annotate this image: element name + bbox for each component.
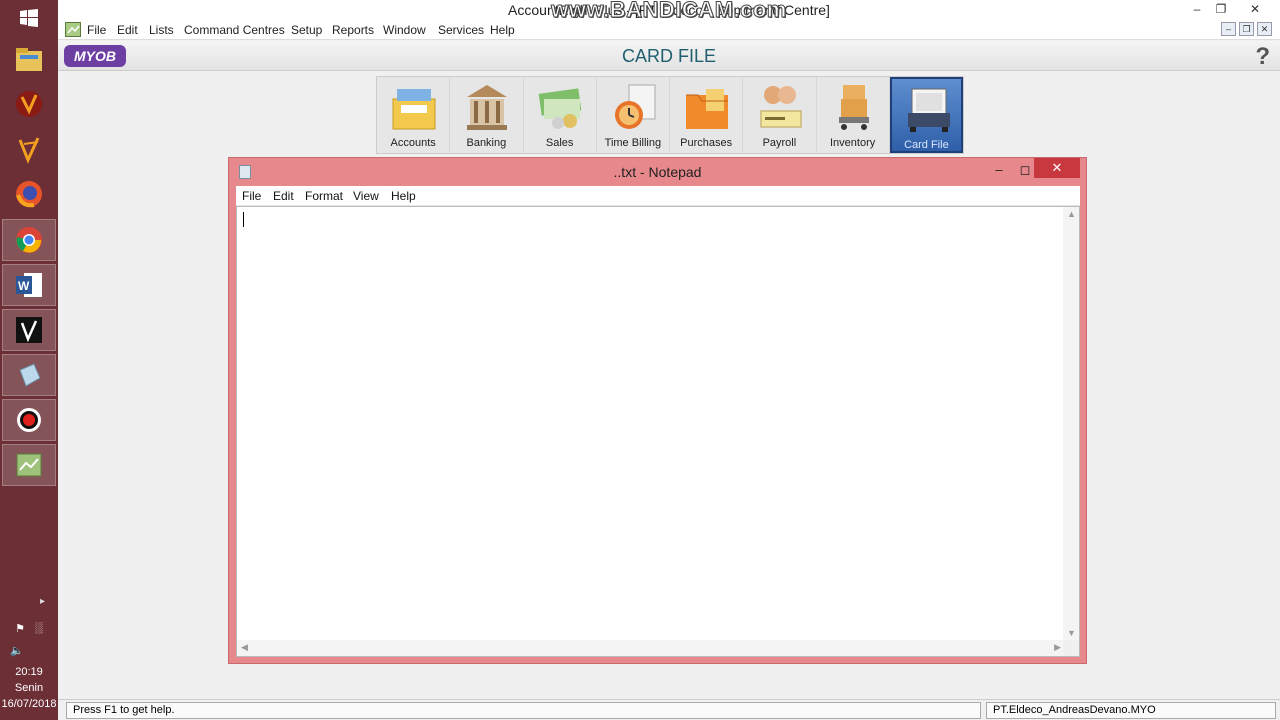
notepad-taskbar-icon[interactable] <box>2 354 56 396</box>
inventory-icon <box>838 85 869 130</box>
menu-setup[interactable]: Setup <box>291 23 322 37</box>
clock-date[interactable]: 16/07/2018 <box>0 698 58 710</box>
text-caret <box>243 212 244 227</box>
notepad-menu-format[interactable]: Format <box>305 189 343 203</box>
sales-icon <box>538 88 581 129</box>
menu-file[interactable]: File <box>87 23 106 37</box>
mdi-restore-button[interactable]: ❐ <box>1239 22 1254 36</box>
word-icon[interactable]: W <box>2 264 56 306</box>
notepad-menu-help[interactable]: Help <box>391 189 416 203</box>
banking-icon <box>467 85 508 130</box>
volume-icon[interactable]: 🔈 <box>10 644 24 657</box>
mdi-close-button[interactable]: ✕ <box>1257 22 1272 36</box>
flag-icon[interactable]: ⚑ <box>15 622 25 635</box>
module-accounts[interactable]: Accounts <box>377 77 451 153</box>
menu-services[interactable]: Services <box>438 23 484 37</box>
clock-time[interactable]: 20:19 <box>0 666 58 678</box>
scroll-down-icon[interactable]: ▼ <box>1067 628 1076 638</box>
svg-text:W: W <box>18 279 30 293</box>
module-payroll[interactable]: Payroll <box>743 77 817 153</box>
firefox-icon[interactable] <box>2 173 56 215</box>
scroll-up-icon[interactable]: ▲ <box>1067 209 1076 219</box>
purchases-icon <box>686 89 728 129</box>
close-button[interactable]: ✕ <box>1244 1 1266 17</box>
status-bar: Press F1 to get help. PT.Eldeco_AndreasD… <box>58 699 1280 720</box>
status-help-text: Press F1 to get help. <box>66 702 981 719</box>
notepad-close-button[interactable]: ✕ <box>1034 158 1080 178</box>
notepad-menu-view[interactable]: View <box>353 189 379 203</box>
module-toolbar: Accounts Banking Sales Time Billing Purc… <box>376 76 964 154</box>
vector-app-icon[interactable] <box>2 128 56 170</box>
menu-lists[interactable]: Lists <box>149 23 174 37</box>
taskbar: W ▸ ⚑ ░ 🔈 20:19 Senin 16/07/2018 <box>0 0 58 720</box>
scroll-right-icon[interactable]: ▶ <box>1054 642 1061 653</box>
restore-button[interactable]: ❐ <box>1210 1 1232 17</box>
horizontal-scrollbar[interactable]: ◀ ▶ <box>237 640 1065 656</box>
help-question-icon[interactable]: ? <box>1255 43 1270 71</box>
mmorpg-app-icon[interactable] <box>2 83 56 125</box>
command-centre-header: MYOB CARD FILE ? <box>58 41 1280 71</box>
menu-window[interactable]: Window <box>383 23 426 37</box>
notepad-text-area[interactable]: ▲ ▼ ◀ ▶ <box>236 206 1080 657</box>
mdi-minimize-button[interactable]: – <box>1221 22 1236 36</box>
menu-bar: File Edit Lists Command Centres Setup Re… <box>58 20 1280 40</box>
minimize-button[interactable]: – <box>1186 1 1208 17</box>
clock-day[interactable]: Senin <box>0 682 58 694</box>
notepad-menu-file[interactable]: File <box>242 189 261 203</box>
module-purchases[interactable]: Purchases <box>670 77 744 153</box>
card-file-icon <box>907 88 950 132</box>
network-signal-icon[interactable]: ░ <box>35 622 43 635</box>
menu-reports[interactable]: Reports <box>332 23 374 37</box>
resize-grip[interactable] <box>1063 640 1079 656</box>
status-company-file: PT.Eldeco_AndreasDevano.MYO <box>986 702 1276 719</box>
accounts-icon <box>392 89 436 130</box>
notepad-window: ..txt - Notepad – ◻ ✕ File Edit Format V… <box>228 157 1087 664</box>
notepad-minimize-button[interactable]: – <box>986 160 1012 180</box>
module-card-file[interactable]: Card File <box>889 77 964 153</box>
file-explorer-icon[interactable] <box>2 38 56 80</box>
show-hidden-icons-icon[interactable]: ▸ <box>40 596 45 607</box>
vector-dark-app-icon[interactable] <box>2 309 56 351</box>
system-tray: ▸ ⚑ ░ 🔈 20:19 Senin 16/07/2018 <box>0 596 58 720</box>
windows-start-icon[interactable] <box>0 0 58 36</box>
menu-help[interactable]: Help <box>490 23 515 37</box>
module-inventory[interactable]: Inventory <box>817 77 890 153</box>
notepad-menu-edit[interactable]: Edit <box>273 189 294 203</box>
module-banking[interactable]: Banking <box>450 77 524 153</box>
myob-taskbar-icon[interactable] <box>2 444 56 486</box>
window-titlebar: AccountRight Plus - [PT Eldeco - Command… <box>58 0 1280 23</box>
vertical-scrollbar[interactable]: ▲ ▼ <box>1063 207 1079 640</box>
notepad-title: ..txt - Notepad <box>613 164 702 180</box>
command-centre-title: CARD FILE <box>621 46 717 66</box>
module-time-billing[interactable]: Time Billing <box>597 77 670 153</box>
bandicam-record-icon[interactable] <box>2 399 56 441</box>
module-sales[interactable]: Sales <box>524 77 597 153</box>
myob-app-icon[interactable] <box>65 22 81 37</box>
payroll-icon <box>760 86 802 128</box>
chrome-icon[interactable] <box>2 219 56 261</box>
scroll-left-icon[interactable]: ◀ <box>241 642 248 653</box>
menu-command-centres[interactable]: Command Centres <box>184 23 285 37</box>
notepad-menu-bar: File Edit Format View Help <box>236 186 1080 206</box>
time-billing-icon <box>614 84 656 129</box>
menu-edit[interactable]: Edit <box>117 23 138 37</box>
